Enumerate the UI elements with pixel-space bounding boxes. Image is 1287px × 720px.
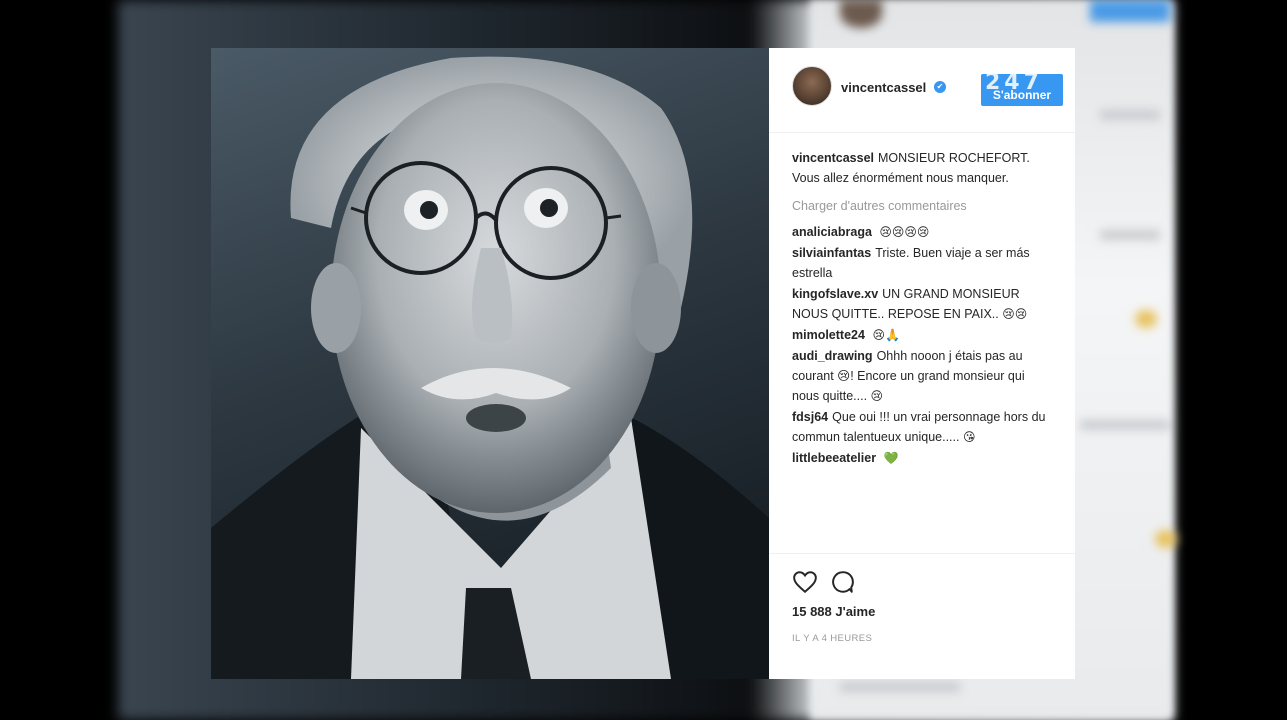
follow-button[interactable]: 247 S'abonner (981, 74, 1063, 106)
heart-icon[interactable] (792, 569, 818, 595)
comment-text: Que oui !!! un vrai personnage hors du c… (792, 410, 1046, 444)
comment-emoji: 😢😢😢😢 (879, 225, 930, 239)
comment-username[interactable]: littlebeeatelier (792, 451, 876, 465)
comment-username[interactable]: fdsj64 (792, 410, 828, 424)
post-timestamp: IL Y A 4 HEURES (792, 633, 873, 644)
username[interactable]: vincentcassel (841, 80, 926, 95)
ghost-button (1090, 0, 1170, 22)
follow-label: S'abonner (992, 88, 1052, 102)
verified-badge-icon: ✔ (934, 81, 946, 93)
comment-emoji: 💚 (883, 451, 899, 465)
ghost-emoji (1155, 530, 1177, 548)
comment-item: audi_drawing Ohhh nooon j étais pas au co… (792, 346, 1052, 406)
comment-item: littlebeeatelier 💚 (792, 448, 1052, 468)
ghost-line (840, 682, 960, 692)
comment-username[interactable]: silviainfantas (792, 246, 871, 260)
comment-item: mimolette24 😢🙏 (792, 325, 1052, 345)
load-more-comments[interactable]: Charger d'autres commentaires (792, 196, 1052, 216)
comment-emoji: 😢 (870, 389, 884, 403)
post-panel: vincentcassel ✔ 247 S'abonner vincentcas… (769, 48, 1075, 679)
comment-username[interactable]: mimolette24 (792, 328, 865, 342)
comment-emoji: 😢🙏 (872, 328, 900, 342)
ghost-line (1080, 420, 1170, 430)
post-actions: 15 888 J'aime IL Y A 4 HEURES (769, 553, 1075, 680)
caption-username[interactable]: vincentcassel (792, 151, 874, 165)
ghost-line (1100, 110, 1160, 120)
likes-count[interactable]: 15 888 J'aime (792, 604, 875, 619)
comment-emoji: 😘 (962, 430, 976, 444)
comment-username[interactable]: analiciabraga (792, 225, 872, 239)
comment-item: kingofslave.xv UN GRAND MONSIEUR NOUS QUI… (792, 284, 1052, 324)
caption: vincentcassel MONSIEUR ROCHEFORT. Vous al… (792, 148, 1052, 188)
comment-username[interactable]: audi_drawing (792, 349, 873, 363)
comments-list: vincentcassel MONSIEUR ROCHEFORT. Vous al… (792, 148, 1052, 553)
post-header: vincentcassel ✔ 247 S'abonner (769, 48, 1075, 133)
comment-bubble-icon[interactable] (829, 569, 855, 595)
post-photo[interactable] (211, 48, 769, 679)
comment-item: silviainfantas Triste. Buen viaje a ser m… (792, 243, 1052, 283)
ghost-emoji (1135, 310, 1157, 328)
comment-username[interactable]: kingofslave.xv (792, 287, 878, 301)
ghost-avatar (840, 0, 882, 28)
avatar[interactable] (792, 66, 832, 106)
comment-emoji: 😢😢 (1002, 307, 1028, 321)
comment-item: fdsj64 Que oui !!! un vrai personnage hor… (792, 407, 1052, 447)
portrait-illustration (211, 56, 769, 679)
ghost-line (1100, 230, 1160, 240)
comment-item: analiciabraga 😢😢😢😢 (792, 222, 1052, 242)
